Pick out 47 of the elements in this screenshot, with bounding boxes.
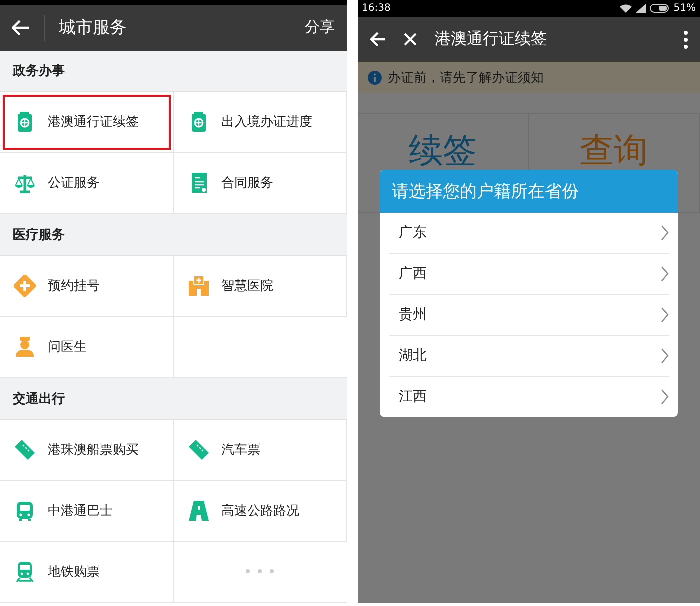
- province-option[interactable]: 贵州: [389, 295, 669, 336]
- chevron-right-icon: [661, 266, 669, 282]
- medical-cross-icon: [14, 275, 36, 298]
- chevron-right-icon: [661, 348, 669, 364]
- info-icon: [368, 70, 382, 84]
- train-icon: [14, 560, 36, 583]
- province-option[interactable]: 江西: [389, 377, 669, 417]
- back-arrow-icon[interactable]: [370, 32, 386, 47]
- ticket-icon: [14, 438, 36, 461]
- wifi-icon: [620, 4, 632, 13]
- battery-percent: 51%: [674, 3, 696, 14]
- service-item[interactable]: 港澳通行证续签: [0, 92, 174, 154]
- clock-time: 16:38: [362, 3, 391, 14]
- page-title: 城市服务: [59, 17, 128, 40]
- chevron-right-icon: [661, 307, 669, 323]
- chevron-right-icon: [661, 225, 669, 241]
- back-arrow-icon[interactable]: [12, 20, 30, 36]
- page-title: 港澳通行证续签: [435, 29, 548, 50]
- service-item[interactable]: 地铁购票: [0, 542, 174, 603]
- doctor-icon: [14, 336, 36, 358]
- province-option[interactable]: 广东: [389, 213, 669, 254]
- chevron-right-icon: [661, 389, 669, 405]
- close-icon[interactable]: [404, 33, 417, 46]
- hospital-icon: [188, 275, 210, 298]
- service-item[interactable]: 港珠澳船票购买: [0, 420, 174, 481]
- service-item[interactable]: 高速公路路况: [174, 480, 347, 542]
- service-item[interactable]: 智慧医院: [174, 256, 347, 318]
- province-option[interactable]: 广西: [389, 254, 669, 295]
- service-item[interactable]: 公证服务: [0, 153, 174, 214]
- signal-icon: [636, 4, 646, 13]
- scales-icon: [14, 172, 36, 194]
- ticket-icon: [188, 438, 210, 461]
- service-item[interactable]: 中港通巴士: [0, 480, 174, 542]
- notice-bar[interactable]: 办证前，请先了解办证须知: [358, 62, 700, 93]
- service-item[interactable]: 出入境办证进度: [174, 92, 347, 154]
- highway-icon: [188, 500, 210, 522]
- notice-text: 办证前，请先了解办证须知: [388, 70, 544, 86]
- dialog-title: 请选择您的户籍所在省份: [380, 170, 678, 213]
- province-option[interactable]: 湖北: [389, 336, 669, 377]
- share-link[interactable]: 分享: [305, 18, 335, 38]
- service-item[interactable]: 问医生: [0, 317, 174, 378]
- service-item[interactable]: 汽车票: [174, 420, 347, 481]
- service-item[interactable]: 合同服务: [174, 153, 347, 214]
- menu-icon[interactable]: [684, 30, 688, 48]
- bus-icon: [14, 500, 36, 522]
- battery-icon: [650, 4, 670, 13]
- service-item[interactable]: 预约挂号: [0, 256, 174, 318]
